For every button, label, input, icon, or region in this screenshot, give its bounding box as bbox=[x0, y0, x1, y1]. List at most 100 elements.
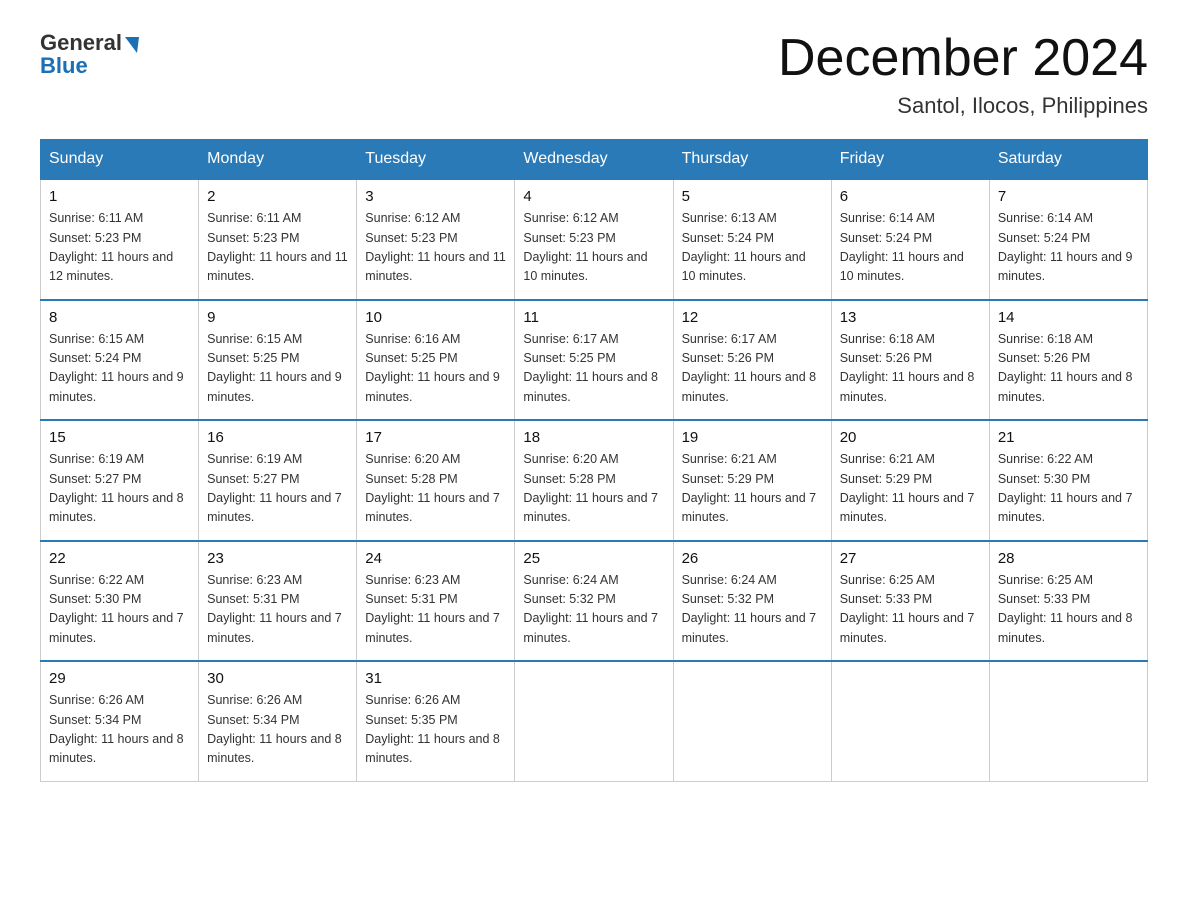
day-info: Sunrise: 6:19 AM Sunset: 5:27 PM Dayligh… bbox=[49, 450, 190, 528]
day-info: Sunrise: 6:16 AM Sunset: 5:25 PM Dayligh… bbox=[365, 330, 506, 408]
day-number: 2 bbox=[207, 188, 348, 205]
header-friday: Friday bbox=[831, 140, 989, 180]
day-info: Sunrise: 6:11 AM Sunset: 5:23 PM Dayligh… bbox=[49, 209, 190, 287]
calendar-week-3: 15 Sunrise: 6:19 AM Sunset: 5:27 PM Dayl… bbox=[41, 420, 1148, 541]
day-number: 29 bbox=[49, 670, 190, 687]
day-info: Sunrise: 6:12 AM Sunset: 5:23 PM Dayligh… bbox=[365, 209, 506, 287]
day-info: Sunrise: 6:26 AM Sunset: 5:34 PM Dayligh… bbox=[207, 691, 348, 769]
calendar-week-5: 29 Sunrise: 6:26 AM Sunset: 5:34 PM Dayl… bbox=[41, 661, 1148, 781]
day-number: 19 bbox=[682, 429, 823, 446]
logo-blue-text: Blue bbox=[40, 53, 88, 79]
calendar-cell: 16 Sunrise: 6:19 AM Sunset: 5:27 PM Dayl… bbox=[199, 420, 357, 541]
day-number: 25 bbox=[523, 550, 664, 567]
calendar-cell: 17 Sunrise: 6:20 AM Sunset: 5:28 PM Dayl… bbox=[357, 420, 515, 541]
calendar-cell: 2 Sunrise: 6:11 AM Sunset: 5:23 PM Dayli… bbox=[199, 179, 357, 300]
calendar-cell bbox=[831, 661, 989, 781]
day-info: Sunrise: 6:18 AM Sunset: 5:26 PM Dayligh… bbox=[998, 330, 1139, 408]
calendar-cell bbox=[989, 661, 1147, 781]
day-number: 3 bbox=[365, 188, 506, 205]
day-info: Sunrise: 6:14 AM Sunset: 5:24 PM Dayligh… bbox=[998, 209, 1139, 287]
day-number: 27 bbox=[840, 550, 981, 567]
header-wednesday: Wednesday bbox=[515, 140, 673, 180]
header-thursday: Thursday bbox=[673, 140, 831, 180]
calendar-cell: 27 Sunrise: 6:25 AM Sunset: 5:33 PM Dayl… bbox=[831, 541, 989, 662]
day-number: 6 bbox=[840, 188, 981, 205]
calendar-cell: 22 Sunrise: 6:22 AM Sunset: 5:30 PM Dayl… bbox=[41, 541, 199, 662]
logo-arrow-icon bbox=[125, 37, 139, 53]
day-number: 24 bbox=[365, 550, 506, 567]
day-info: Sunrise: 6:14 AM Sunset: 5:24 PM Dayligh… bbox=[840, 209, 981, 287]
calendar-cell: 21 Sunrise: 6:22 AM Sunset: 5:30 PM Dayl… bbox=[989, 420, 1147, 541]
calendar-table: Sunday Monday Tuesday Wednesday Thursday… bbox=[40, 139, 1148, 782]
day-info: Sunrise: 6:22 AM Sunset: 5:30 PM Dayligh… bbox=[49, 571, 190, 649]
calendar-cell: 1 Sunrise: 6:11 AM Sunset: 5:23 PM Dayli… bbox=[41, 179, 199, 300]
calendar-cell: 30 Sunrise: 6:26 AM Sunset: 5:34 PM Dayl… bbox=[199, 661, 357, 781]
calendar-cell: 23 Sunrise: 6:23 AM Sunset: 5:31 PM Dayl… bbox=[199, 541, 357, 662]
day-info: Sunrise: 6:25 AM Sunset: 5:33 PM Dayligh… bbox=[998, 571, 1139, 649]
calendar-cell: 29 Sunrise: 6:26 AM Sunset: 5:34 PM Dayl… bbox=[41, 661, 199, 781]
calendar-cell: 26 Sunrise: 6:24 AM Sunset: 5:32 PM Dayl… bbox=[673, 541, 831, 662]
day-info: Sunrise: 6:12 AM Sunset: 5:23 PM Dayligh… bbox=[523, 209, 664, 287]
calendar-cell: 8 Sunrise: 6:15 AM Sunset: 5:24 PM Dayli… bbox=[41, 300, 199, 421]
day-info: Sunrise: 6:24 AM Sunset: 5:32 PM Dayligh… bbox=[523, 571, 664, 649]
day-info: Sunrise: 6:17 AM Sunset: 5:26 PM Dayligh… bbox=[682, 330, 823, 408]
calendar-title: December 2024 bbox=[778, 30, 1148, 87]
calendar-cell bbox=[673, 661, 831, 781]
day-number: 13 bbox=[840, 309, 981, 326]
calendar-cell: 20 Sunrise: 6:21 AM Sunset: 5:29 PM Dayl… bbox=[831, 420, 989, 541]
calendar-cell: 25 Sunrise: 6:24 AM Sunset: 5:32 PM Dayl… bbox=[515, 541, 673, 662]
day-number: 16 bbox=[207, 429, 348, 446]
day-info: Sunrise: 6:11 AM Sunset: 5:23 PM Dayligh… bbox=[207, 209, 348, 287]
calendar-cell: 15 Sunrise: 6:19 AM Sunset: 5:27 PM Dayl… bbox=[41, 420, 199, 541]
day-info: Sunrise: 6:20 AM Sunset: 5:28 PM Dayligh… bbox=[523, 450, 664, 528]
day-number: 28 bbox=[998, 550, 1139, 567]
day-info: Sunrise: 6:18 AM Sunset: 5:26 PM Dayligh… bbox=[840, 330, 981, 408]
header-tuesday: Tuesday bbox=[357, 140, 515, 180]
day-number: 14 bbox=[998, 309, 1139, 326]
day-number: 10 bbox=[365, 309, 506, 326]
day-number: 20 bbox=[840, 429, 981, 446]
calendar-cell: 28 Sunrise: 6:25 AM Sunset: 5:33 PM Dayl… bbox=[989, 541, 1147, 662]
header-monday: Monday bbox=[199, 140, 357, 180]
day-number: 8 bbox=[49, 309, 190, 326]
day-number: 4 bbox=[523, 188, 664, 205]
calendar-cell: 13 Sunrise: 6:18 AM Sunset: 5:26 PM Dayl… bbox=[831, 300, 989, 421]
calendar-cell: 31 Sunrise: 6:26 AM Sunset: 5:35 PM Dayl… bbox=[357, 661, 515, 781]
calendar-subtitle: Santol, Ilocos, Philippines bbox=[778, 93, 1148, 119]
calendar-cell: 10 Sunrise: 6:16 AM Sunset: 5:25 PM Dayl… bbox=[357, 300, 515, 421]
day-info: Sunrise: 6:22 AM Sunset: 5:30 PM Dayligh… bbox=[998, 450, 1139, 528]
day-info: Sunrise: 6:23 AM Sunset: 5:31 PM Dayligh… bbox=[207, 571, 348, 649]
calendar-cell: 19 Sunrise: 6:21 AM Sunset: 5:29 PM Dayl… bbox=[673, 420, 831, 541]
day-number: 31 bbox=[365, 670, 506, 687]
day-info: Sunrise: 6:26 AM Sunset: 5:35 PM Dayligh… bbox=[365, 691, 506, 769]
header-saturday: Saturday bbox=[989, 140, 1147, 180]
day-number: 21 bbox=[998, 429, 1139, 446]
day-info: Sunrise: 6:15 AM Sunset: 5:25 PM Dayligh… bbox=[207, 330, 348, 408]
calendar-cell: 9 Sunrise: 6:15 AM Sunset: 5:25 PM Dayli… bbox=[199, 300, 357, 421]
calendar-cell: 4 Sunrise: 6:12 AM Sunset: 5:23 PM Dayli… bbox=[515, 179, 673, 300]
day-info: Sunrise: 6:21 AM Sunset: 5:29 PM Dayligh… bbox=[840, 450, 981, 528]
page-header: General Blue December 2024 Santol, Iloco… bbox=[40, 30, 1148, 119]
day-info: Sunrise: 6:19 AM Sunset: 5:27 PM Dayligh… bbox=[207, 450, 348, 528]
calendar-week-1: 1 Sunrise: 6:11 AM Sunset: 5:23 PM Dayli… bbox=[41, 179, 1148, 300]
day-number: 23 bbox=[207, 550, 348, 567]
calendar-cell: 5 Sunrise: 6:13 AM Sunset: 5:24 PM Dayli… bbox=[673, 179, 831, 300]
day-info: Sunrise: 6:20 AM Sunset: 5:28 PM Dayligh… bbox=[365, 450, 506, 528]
day-number: 12 bbox=[682, 309, 823, 326]
day-number: 5 bbox=[682, 188, 823, 205]
calendar-cell: 7 Sunrise: 6:14 AM Sunset: 5:24 PM Dayli… bbox=[989, 179, 1147, 300]
calendar-week-2: 8 Sunrise: 6:15 AM Sunset: 5:24 PM Dayli… bbox=[41, 300, 1148, 421]
day-number: 18 bbox=[523, 429, 664, 446]
calendar-header-row: Sunday Monday Tuesday Wednesday Thursday… bbox=[41, 140, 1148, 180]
day-number: 11 bbox=[523, 309, 664, 326]
day-info: Sunrise: 6:15 AM Sunset: 5:24 PM Dayligh… bbox=[49, 330, 190, 408]
day-info: Sunrise: 6:21 AM Sunset: 5:29 PM Dayligh… bbox=[682, 450, 823, 528]
day-number: 17 bbox=[365, 429, 506, 446]
day-info: Sunrise: 6:23 AM Sunset: 5:31 PM Dayligh… bbox=[365, 571, 506, 649]
calendar-cell: 24 Sunrise: 6:23 AM Sunset: 5:31 PM Dayl… bbox=[357, 541, 515, 662]
day-number: 7 bbox=[998, 188, 1139, 205]
calendar-cell: 11 Sunrise: 6:17 AM Sunset: 5:25 PM Dayl… bbox=[515, 300, 673, 421]
day-info: Sunrise: 6:25 AM Sunset: 5:33 PM Dayligh… bbox=[840, 571, 981, 649]
day-info: Sunrise: 6:13 AM Sunset: 5:24 PM Dayligh… bbox=[682, 209, 823, 287]
logo: General Blue bbox=[40, 30, 139, 79]
